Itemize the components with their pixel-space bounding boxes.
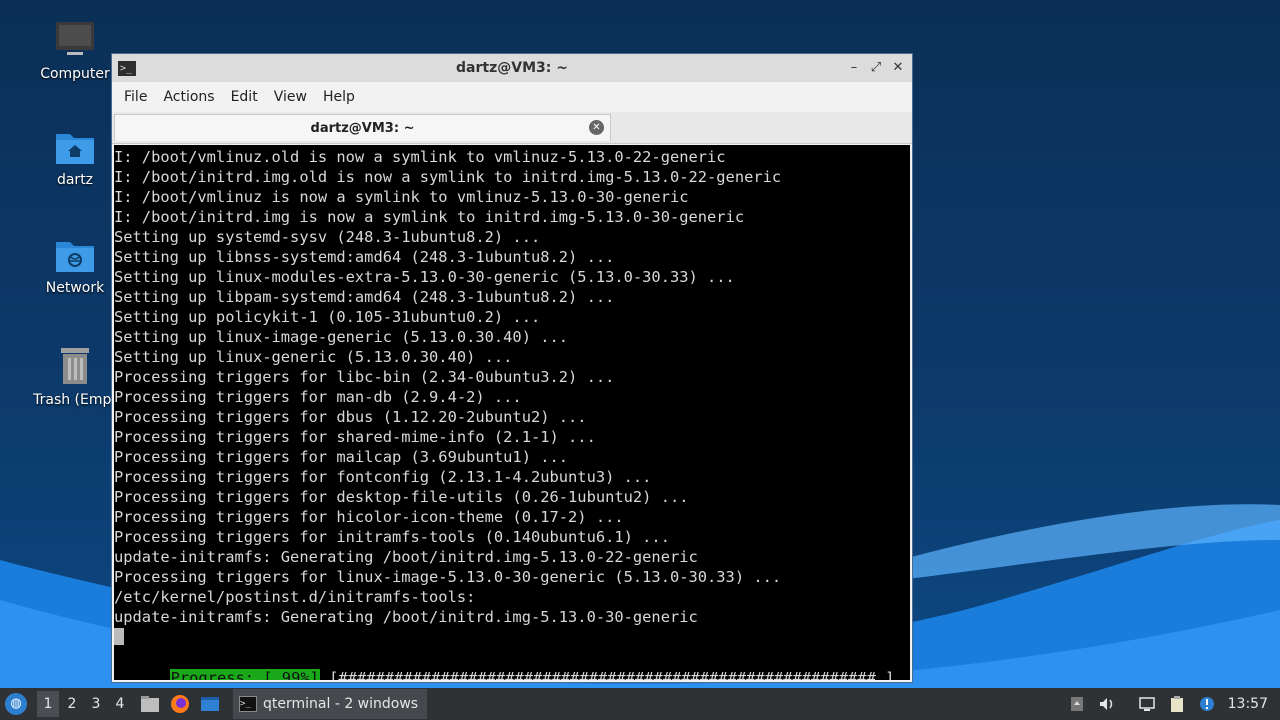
desktop-icon-computer[interactable]: Computer — [25, 18, 125, 82]
desktop-icon-network[interactable]: Network — [25, 236, 125, 296]
terminal-line: update-initramfs: Generating /boot/initr… — [114, 608, 698, 626]
network-folder-icon — [56, 242, 94, 272]
taskbar: ◍ 1 2 3 4 >_ qterminal - 2 windows 13:57 — [0, 688, 1280, 720]
start-menu-icon[interactable]: ◍ — [5, 693, 27, 715]
terminal-cursor — [114, 628, 124, 645]
terminal-line: Processing triggers for dbus (1.12.20-2u… — [114, 408, 587, 426]
workspace-3[interactable]: 3 — [85, 691, 107, 717]
menu-edit[interactable]: Edit — [223, 89, 266, 105]
terminal-line: Setting up linux-generic (5.13.0.30.40) … — [114, 348, 513, 366]
volume-icon[interactable] — [1098, 695, 1116, 713]
home-folder-icon — [56, 134, 94, 164]
menubar: File Actions Edit View Help — [112, 82, 912, 112]
workspace-1[interactable]: 1 — [37, 691, 59, 717]
task-label: qterminal - 2 windows — [263, 696, 419, 712]
terminal-line: I: /boot/initrd.img is now a symlink to … — [114, 208, 745, 226]
terminal-line: Processing triggers for desktop-file-uti… — [114, 488, 689, 506]
terminal-line: I: /boot/vmlinuz.old is now a symlink to… — [114, 148, 726, 166]
network-status-icon[interactable] — [1138, 695, 1156, 713]
terminal-line: Setting up linux-modules-extra-5.13.0-30… — [114, 268, 735, 286]
tray-up-arrow-icon[interactable] — [1068, 695, 1086, 713]
menu-actions[interactable]: Actions — [155, 89, 222, 105]
close-button[interactable]: ✕ — [890, 60, 906, 76]
terminal-line: Processing triggers for shared-mime-info… — [114, 428, 596, 446]
terminal-line: /etc/kernel/postinst.d/initramfs-tools: — [114, 588, 476, 606]
terminal-line: Processing triggers for linux-image-5.13… — [114, 568, 782, 586]
workspace-4[interactable]: 4 — [109, 691, 131, 717]
terminal-line: I: /boot/initrd.img.old is now a symlink… — [114, 168, 782, 186]
taskbar-task-qterminal[interactable]: >_ qterminal - 2 windows — [233, 689, 427, 719]
terminal-line: Processing triggers for man-db (2.9.4-2)… — [114, 388, 522, 406]
tab-bar: dartz@VM3: ~ ✕ — [112, 112, 912, 144]
system-tray: 13:57 — [1068, 695, 1268, 713]
terminal-line: update-initramfs: Generating /boot/initr… — [114, 548, 698, 566]
desktop-icon-label: Trash (Empt — [33, 392, 117, 408]
terminal-line: Processing triggers for fontconfig (2.13… — [114, 468, 652, 486]
clipboard-icon[interactable] — [1168, 695, 1186, 713]
terminal-icon: >_ — [118, 60, 136, 76]
workspace-2[interactable]: 2 — [61, 691, 83, 717]
progress-line: Progress: [ 99%] [######################… — [114, 645, 894, 680]
progress-bar-text: [#######################################… — [319, 669, 895, 680]
terminal-line: I: /boot/vmlinuz is now a symlink to vml… — [114, 188, 689, 206]
window-titlebar[interactable]: >_ dartz@VM3: ~ – ⤢ ✕ — [112, 54, 912, 82]
window-title: dartz@VM3: ~ — [456, 60, 568, 76]
show-desktop-icon[interactable] — [199, 693, 221, 715]
maximize-button[interactable]: ⤢ — [868, 60, 884, 76]
terminal-line: Setting up systemd-sysv (248.3-1ubuntu8.… — [114, 228, 541, 246]
menu-file[interactable]: File — [116, 89, 155, 105]
desktop-icon-label: Computer — [40, 66, 110, 82]
terminal-line: Setting up libpam-systemd:amd64 (248.3-1… — [114, 288, 615, 306]
terminal-window[interactable]: >_ dartz@VM3: ~ – ⤢ ✕ File Actions Edit … — [111, 53, 913, 683]
computer-icon — [56, 22, 94, 55]
menu-help[interactable]: Help — [315, 89, 363, 105]
terminal-line: Processing triggers for initramfs-tools … — [114, 528, 670, 546]
file-manager-icon[interactable] — [139, 693, 161, 715]
tab-label: dartz@VM3: ~ — [310, 120, 415, 136]
progress-label: Progress: [ 99%] — [169, 669, 320, 680]
desktop-icon-label: dartz — [56, 172, 94, 188]
tab-terminal[interactable]: dartz@VM3: ~ ✕ — [114, 114, 611, 141]
trash-icon — [61, 348, 89, 384]
update-notifier-icon[interactable] — [1198, 695, 1216, 713]
terminal-icon: >_ — [239, 696, 257, 712]
terminal-output[interactable]: I: /boot/vmlinuz.old is now a symlink to… — [114, 145, 910, 680]
menu-view[interactable]: View — [266, 89, 315, 105]
tab-close-icon[interactable]: ✕ — [589, 120, 604, 135]
terminal-line: Setting up linux-image-generic (5.13.0.3… — [114, 328, 569, 346]
terminal-line: Processing triggers for mailcap (3.69ubu… — [114, 448, 569, 466]
desktop-icon-trash[interactable]: Trash (Empt — [25, 344, 125, 408]
desktop-icon-label: Network — [45, 280, 105, 296]
desktop-icon-home[interactable]: dartz — [25, 128, 125, 188]
clock[interactable]: 13:57 — [1228, 696, 1268, 712]
terminal-line: Processing triggers for hicolor-icon-the… — [114, 508, 624, 526]
terminal-line: Processing triggers for libc-bin (2.34-0… — [114, 368, 615, 386]
terminal-line: Setting up policykit-1 (0.105-31ubuntu0.… — [114, 308, 541, 326]
minimize-button[interactable]: – — [846, 60, 862, 76]
firefox-icon[interactable] — [169, 693, 191, 715]
terminal-line: Setting up libnss-systemd:amd64 (248.3-1… — [114, 248, 615, 266]
